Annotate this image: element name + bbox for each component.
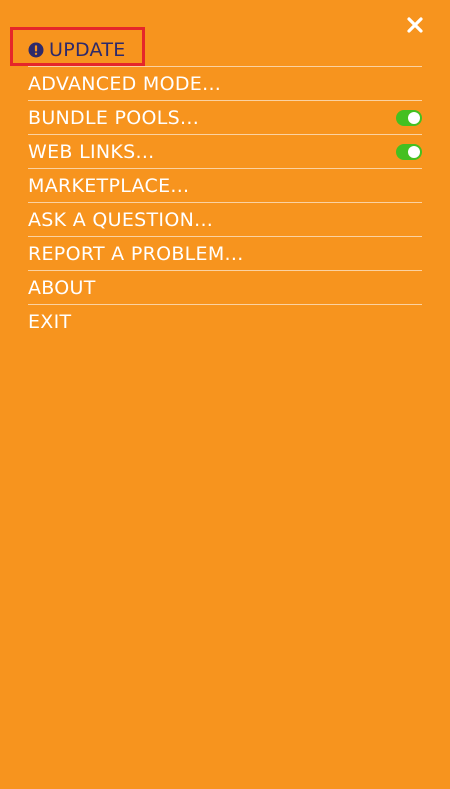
menu-item-label: ADVANCED MODE...	[28, 72, 222, 95]
toggle-knob	[408, 145, 420, 158]
menu-item-bundle-pools[interactable]: BUNDLE POOLS...	[28, 101, 422, 135]
menu-item-update[interactable]: UPDATE	[28, 33, 422, 67]
toggle-knob	[408, 111, 420, 124]
menu-item-exit[interactable]: EXIT	[28, 305, 422, 338]
menu-item-label: WEB LINKS...	[28, 140, 155, 163]
alert-circle-icon	[28, 42, 44, 57]
menu-item-label: EXIT	[28, 310, 72, 333]
menu-item-update-label: UPDATE	[49, 38, 126, 61]
menu-item-label: ASK A QUESTION...	[28, 208, 214, 231]
menu-item-ask-a-question[interactable]: ASK A QUESTION...	[28, 203, 422, 237]
menu-item-label: REPORT A PROBLEM...	[28, 242, 244, 265]
menu-item-label: BUNDLE POOLS...	[28, 106, 200, 129]
menu-item-label: ABOUT	[28, 276, 96, 299]
web-links-toggle[interactable]	[396, 143, 422, 160]
main-menu: UPDATE ADVANCED MODE... BUNDLE POOLS... …	[28, 33, 422, 338]
menu-item-about[interactable]: ABOUT	[28, 271, 422, 305]
menu-item-marketplace[interactable]: MARKETPLACE...	[28, 169, 422, 203]
menu-item-web-links[interactable]: WEB LINKS...	[28, 135, 422, 169]
menu-item-advanced-mode[interactable]: ADVANCED MODE...	[28, 67, 422, 101]
bundle-pools-toggle[interactable]	[396, 109, 422, 126]
menu-item-report-a-problem[interactable]: REPORT A PROBLEM...	[28, 237, 422, 271]
menu-item-label: MARKETPLACE...	[28, 174, 190, 197]
